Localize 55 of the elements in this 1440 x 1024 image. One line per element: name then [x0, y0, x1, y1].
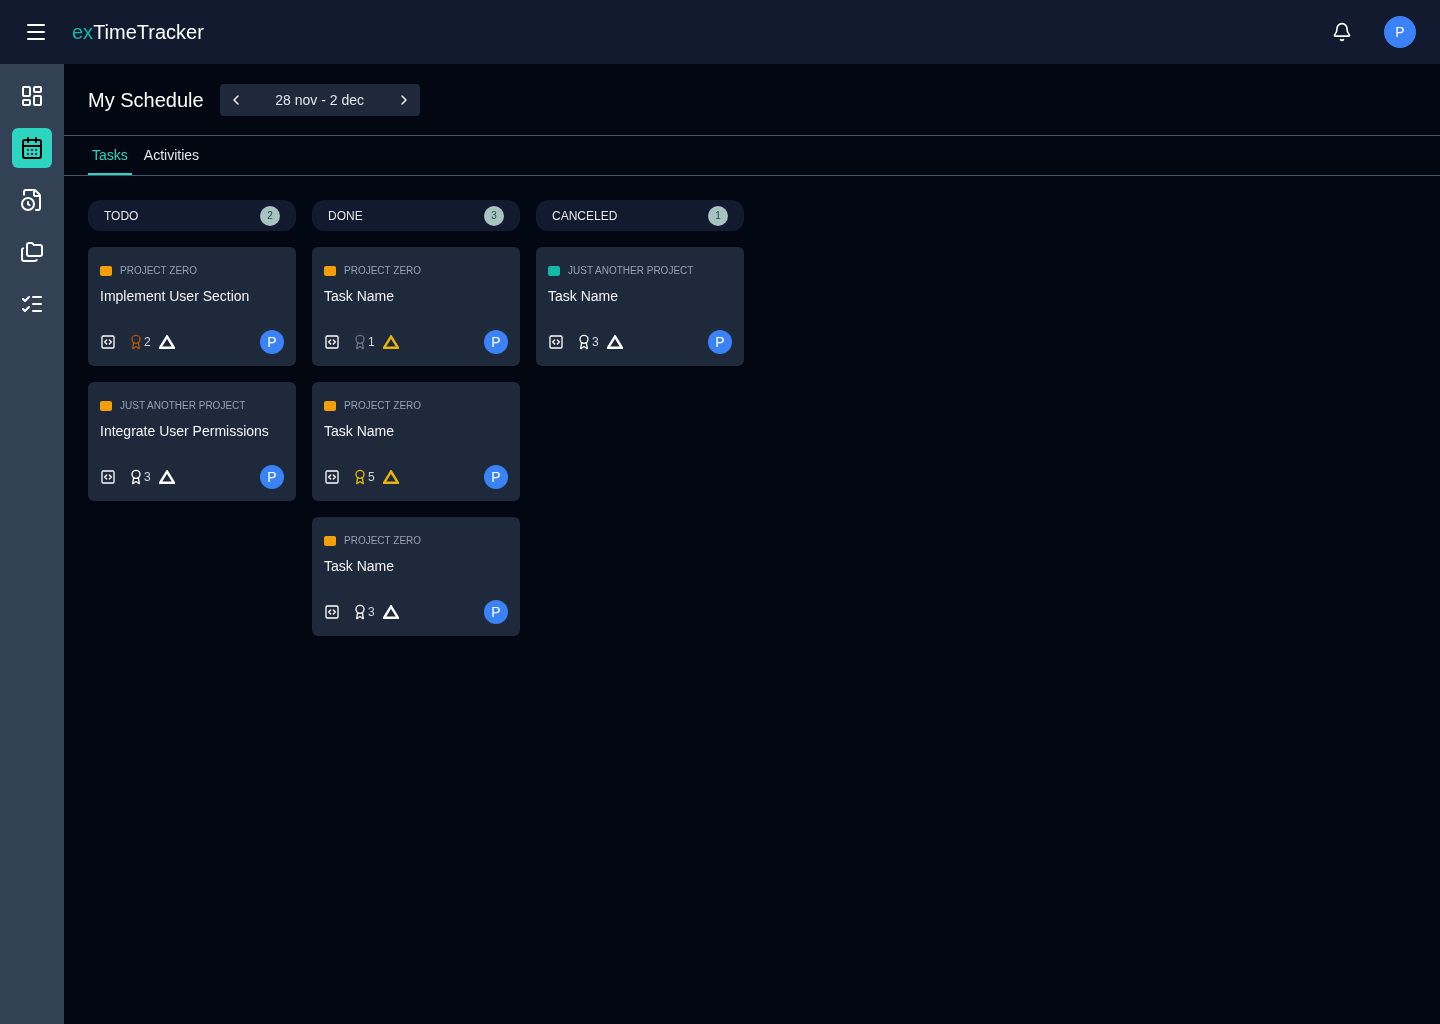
task-card[interactable]: PROJECT ZERO Task Name 1 P	[312, 247, 520, 366]
date-range: 28 nov - 2 dec	[275, 90, 364, 110]
task-card[interactable]: PROJECT ZERO Task Name 3 P	[312, 517, 520, 636]
app-logo[interactable]: exTimeTracker	[72, 18, 204, 46]
user-avatar[interactable]: P	[1384, 16, 1416, 48]
project-name: PROJECT ZERO	[344, 264, 422, 278]
count-badge: 3	[484, 205, 504, 226]
count-badge: 1	[708, 205, 728, 226]
folders-icon	[20, 240, 44, 264]
calendar-icon	[20, 136, 44, 160]
task-name: Task Name	[324, 287, 396, 306]
project-name: PROJECT ZERO	[120, 264, 198, 278]
tab[interactable]: Activities	[139, 136, 204, 175]
task-card[interactable]: JUST ANOTHER PROJECT Integrate User Permissions 3 P	[88, 382, 296, 501]
task-name: Task Name	[324, 557, 396, 576]
task-card[interactable]: PROJECT ZERO Task Name 5 P	[312, 382, 520, 501]
code-icon	[324, 469, 340, 485]
task-name: Task Name	[324, 422, 396, 441]
task-name: Implement User Section	[100, 287, 251, 306]
code-icon	[324, 604, 340, 620]
sidebar-item[interactable]	[12, 128, 52, 168]
assignee-avatar[interactable]: P	[260, 465, 284, 489]
assignee-avatar[interactable]: P	[708, 330, 732, 354]
project-name: JUST ANOTHER PROJECT	[120, 399, 246, 413]
date-range-picker[interactable]: 28 nov - 2 dec	[219, 83, 420, 116]
assignee-avatar[interactable]: P	[484, 465, 508, 489]
tab[interactable]: Tasks	[88, 136, 132, 175]
points-count: 3	[144, 469, 151, 485]
points-count: 5	[368, 469, 375, 485]
code-icon	[324, 334, 340, 350]
task-name: Integrate User Permissions	[100, 422, 270, 441]
project-name: PROJECT ZERO	[344, 399, 422, 413]
report-clock-icon	[20, 188, 44, 212]
bell-icon[interactable]	[1332, 22, 1352, 42]
points-count: 3	[592, 334, 599, 350]
assignee-avatar[interactable]: P	[260, 330, 284, 354]
task-card[interactable]: PROJECT ZERO Implement User Section 2 P	[88, 247, 296, 366]
count-badge: 2	[260, 205, 280, 226]
points-count: 2	[144, 334, 151, 350]
task-name: Task Name	[548, 287, 620, 306]
column-title: CANCELED	[552, 207, 618, 224]
column-title: DONE	[328, 207, 363, 224]
code-icon	[100, 334, 116, 350]
project-name: JUST ANOTHER PROJECT	[568, 264, 694, 278]
column-title: TODO	[104, 207, 139, 224]
page-title: My Schedule	[88, 87, 204, 113]
project-name: PROJECT ZERO	[344, 534, 422, 548]
code-icon	[548, 334, 564, 350]
points-count: 3	[368, 604, 375, 620]
dashboard-icon	[20, 84, 44, 108]
points-count: 1	[368, 334, 375, 350]
code-icon	[100, 469, 116, 485]
assignee-avatar[interactable]: P	[484, 330, 508, 354]
task-card[interactable]: JUST ANOTHER PROJECT Task Name 3 P	[536, 247, 744, 366]
assignee-avatar[interactable]: P	[484, 600, 508, 624]
